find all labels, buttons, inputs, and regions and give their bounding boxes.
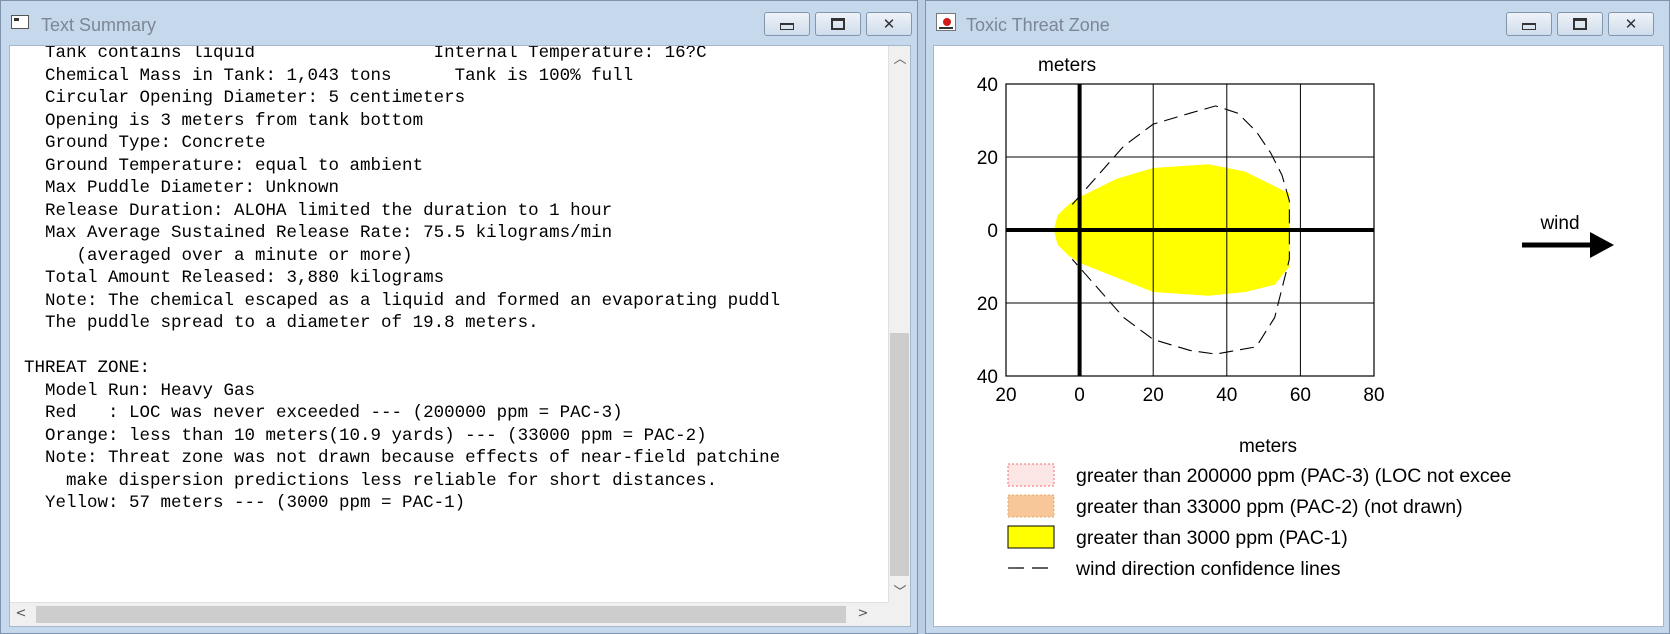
minimize-icon [1522,22,1536,30]
wind-label: wind [1539,213,1579,234]
summary-line: Circular Opening Diameter: 5 centimeters [24,88,466,108]
vertical-scroll-thumb[interactable] [890,333,909,576]
legend-item: greater than 3000 ppm (PAC-1) [1007,525,1348,549]
summary-line: Model Run: Heavy Gas [24,380,256,401]
vertical-scrollbar[interactable]: ︿ ﹀ [888,46,910,602]
scroll-up-icon[interactable]: ︿ [889,48,910,67]
resize-grip[interactable] [888,602,910,626]
summary-line: Note: The chemical escaped as a liquid a… [24,290,781,311]
scroll-down-icon[interactable]: ﹀ [889,581,910,600]
legend-label: greater than 3000 ppm (PAC-1) [1076,527,1348,549]
text-window-app-icon[interactable] [11,15,29,29]
threat-zone-window: Toxic Threat Zone ✕ 20 0 20 40 60 80 40 20 0 20 40… [925,0,1670,634]
threat-window-title: Toxic Threat Zone [966,15,1110,35]
legend-swatch [1007,463,1055,487]
y-tick-label: 20 [977,148,998,169]
summary-line: THREAT ZONE: [24,358,151,378]
legend-item: greater than 200000 ppm (PAC-3) (LOC not… [1007,463,1511,487]
summary-line: Opening is 3 meters from tank bottom [24,110,424,131]
close-icon: ✕ [1624,14,1638,33]
summary-line: Ground Temperature: equal to ambient [24,155,424,176]
close-button[interactable]: ✕ [866,12,912,36]
wind-arrow-icon [1522,232,1614,258]
maximize-button[interactable] [1557,12,1603,36]
close-button[interactable]: ✕ [1608,12,1654,36]
legend-label: wind direction confidence lines [1075,558,1341,580]
x-tick-label: 40 [1216,385,1237,406]
summary-line: Release Duration: ALOHA limited the dura… [24,200,613,221]
minimize-icon [780,22,794,30]
y-tick-label: 0 [987,221,998,242]
legend-item: wind direction confidence lines [1008,558,1341,580]
legend: greater than 200000 ppm (PAC-3) (LOC not… [1007,463,1511,580]
threat-zone-titlebar[interactable]: Toxic Threat Zone ✕ [926,1,1669,45]
horizontal-scroll-thumb[interactable] [36,606,846,623]
legend-item: greater than 33000 ppm (PAC-2) (not draw… [1007,494,1463,518]
legend-swatch [1007,525,1055,549]
summary-line: Chemical Mass in Tank: 1,043 tons Tank i… [24,65,634,86]
maximize-button[interactable] [815,12,861,36]
x-tick-label: 20 [995,385,1016,406]
maximize-icon [1573,18,1587,30]
summary-line: Max Puddle Diameter: Unknown [24,178,340,198]
x-tick-label: 20 [1143,385,1164,406]
close-icon: ✕ [882,14,896,33]
threat-zone-plot-area: 20 0 20 40 60 80 40 20 0 20 40 meters meters wind … [933,45,1664,627]
minimize-button[interactable] [764,12,810,36]
y-tick-label: 40 [977,75,998,96]
summary-line: Total Amount Released: 3,880 kilograms [24,268,445,288]
scroll-right-icon[interactable]: > [852,606,874,621]
summary-line: Tank contains liquid Internal Temperatur… [24,46,707,63]
legend-label: greater than 33000 ppm (PAC-2) (not draw… [1076,496,1463,518]
x-tick-label: 60 [1290,385,1311,406]
summary-line: Red : LOC was never exceeded --- (200000… [24,403,623,423]
legend-label: greater than 200000 ppm (PAC-3) (LOC not… [1076,465,1511,487]
summary-line: make dispersion predictions less reliabl… [24,470,718,491]
text-window-title: Text Summary [41,15,157,35]
summary-line: Ground Type: Concrete [24,133,266,153]
horizontal-scrollbar[interactable]: < > [10,602,890,626]
threat-zone-chart: 20 0 20 40 60 80402002040 meters meters wind … [977,55,1614,580]
summary-line: Note: Threat zone was not drawn because … [24,448,781,468]
x-tick-label: 0 [1074,385,1085,406]
text-summary-content[interactable]: Tank contains liquid Internal Temperatur… [9,45,911,627]
y-axis-label: meters [1038,55,1096,76]
summary-line: Yellow: 57 meters --- (3000 ppm = PAC-1) [24,493,466,513]
legend-swatch [1007,494,1055,518]
x-tick-label: 80 [1363,385,1384,406]
y-tick-label: 40 [977,367,998,388]
summary-line: The puddle spread to a diameter of 19.8 … [24,313,539,333]
minimize-button[interactable] [1506,12,1552,36]
x-axis-label: meters [1239,436,1297,457]
scroll-left-icon[interactable]: < [10,606,32,621]
summary-line: (averaged over a minute or more) [24,245,413,266]
summary-line: Max Average Sustained Release Rate: 75.5… [24,223,613,243]
maximize-icon [831,18,845,30]
y-tick-label: 20 [977,294,998,315]
threat-window-app-icon[interactable] [936,13,956,31]
text-summary-area[interactable]: Tank contains liquid Internal Temperatur… [10,46,890,602]
text-summary-titlebar[interactable]: Text Summary ✕ [1,1,917,45]
text-summary-window: Text Summary ✕ Tank contains liquid Inte… [0,0,918,634]
summary-line: Orange: less than 10 meters(10.9 yards) … [24,425,707,446]
